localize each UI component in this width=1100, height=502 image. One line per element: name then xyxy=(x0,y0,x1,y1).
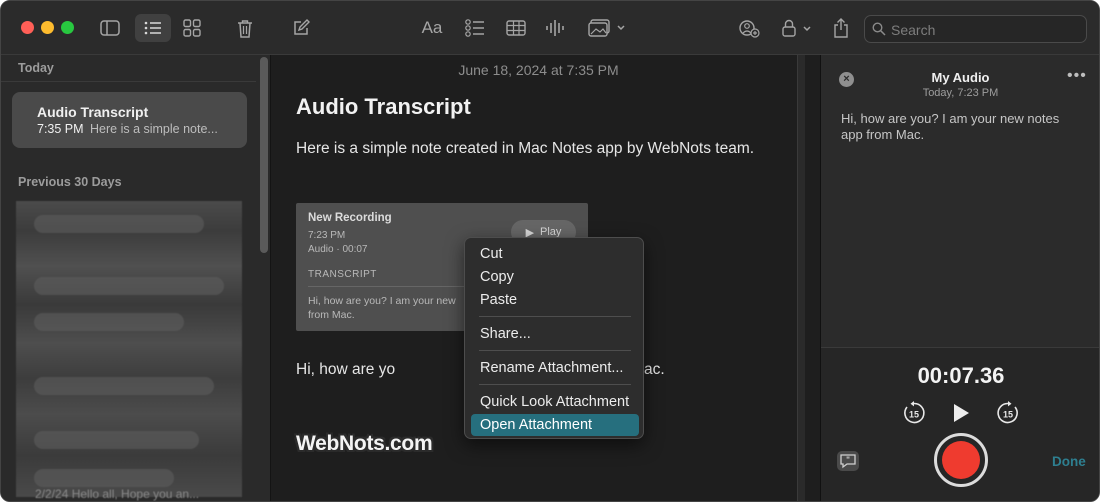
context-menu: Cut Copy Paste Share... Rename Attachmen… xyxy=(464,237,644,439)
list-view-icon[interactable] xyxy=(143,15,163,41)
transcript-line-1: Hi, how are you? I am your new xyxy=(308,295,456,307)
menu-item-share[interactable]: Share... xyxy=(471,323,639,345)
audio-waveform-icon[interactable] xyxy=(544,15,566,41)
attachment-name: New Recording xyxy=(308,212,392,224)
audio-panel-subtitle: Today, 7:23 PM xyxy=(922,87,999,99)
note-item-title: Audio Transcript xyxy=(37,104,149,120)
zoom-window-button[interactable] xyxy=(61,21,74,34)
play-icon xyxy=(954,404,969,422)
attachment-meta: Audio · 00:07 xyxy=(308,244,368,255)
note-paragraph-2[interactable]: Hi, how are yo xyxy=(296,361,395,379)
note-date: June 18, 2024 at 7:35 PM xyxy=(458,62,619,78)
share-icon[interactable] xyxy=(831,15,851,41)
watermark-logo: WebNots.com xyxy=(296,432,433,455)
attachment-time: 7:23 PM xyxy=(308,230,346,241)
collaborate-icon[interactable] xyxy=(737,15,761,41)
note-paragraph[interactable]: Here is a simple note created in Mac Not… xyxy=(296,140,754,158)
playback-timer: 00:07.36 xyxy=(917,363,1005,388)
section-header-previous: Previous 30 Days xyxy=(18,175,122,189)
editor-scroll-track xyxy=(797,55,805,501)
menu-item-cut[interactable]: Cut xyxy=(471,243,639,265)
sidebar-toggle-icon[interactable] xyxy=(99,15,121,41)
note-item-time: 7:35 PM xyxy=(37,122,84,136)
compose-icon[interactable] xyxy=(291,15,311,41)
section-divider xyxy=(1,81,256,82)
more-options-icon[interactable]: ••• xyxy=(1067,67,1087,85)
transcript-label: TRANSCRIPT xyxy=(308,269,377,280)
skip-back-15-button[interactable]: 15 xyxy=(901,400,927,426)
note-paragraph-2-end[interactable]: ac. xyxy=(644,361,665,379)
notes-list-sidebar: Today Audio Transcript 7:35 PM Here is a… xyxy=(1,55,271,501)
lock-icon[interactable] xyxy=(780,15,814,41)
menu-item-paste[interactable]: Paste xyxy=(471,289,639,311)
skip-forward-15-button[interactable]: 15 xyxy=(995,400,1021,426)
table-icon[interactable] xyxy=(505,15,527,41)
search-icon xyxy=(872,21,886,37)
skip-forward-seconds: 15 xyxy=(1003,410,1013,420)
note-list-item-selected[interactable]: Audio Transcript 7:35 PM Here is a simpl… xyxy=(12,92,247,148)
checklist-icon[interactable] xyxy=(464,15,486,41)
note-item-preview: Here is a simple note... xyxy=(90,122,218,136)
skip-back-icon: 15 xyxy=(904,401,925,424)
gallery-view-icon[interactable] xyxy=(182,15,202,41)
transcript-bubble-icon: " xyxy=(840,454,856,469)
record-icon xyxy=(942,441,980,479)
toolbar: Aa Search xyxy=(1,1,1099,55)
record-button[interactable] xyxy=(934,433,988,487)
text-format-icon[interactable]: Aa xyxy=(420,15,444,41)
menu-separator xyxy=(479,350,631,351)
minimize-window-button[interactable] xyxy=(41,21,54,34)
done-button[interactable]: Done xyxy=(1052,454,1086,469)
audio-transcript-text: Hi, how are you? I am your new notes app… xyxy=(841,111,1060,142)
playback-controls: 00:07.36 15 15 " Done xyxy=(821,347,1099,501)
search-field[interactable]: Search xyxy=(864,15,1087,43)
transcript-toggle-button[interactable]: " xyxy=(837,451,859,471)
menu-item-copy[interactable]: Copy xyxy=(471,266,639,288)
menu-item-rename-attachment[interactable]: Rename Attachment... xyxy=(471,357,639,379)
notes-window: Aa Search Today Audio Transcript 7:35 PM… xyxy=(0,0,1100,502)
blurred-notes-list xyxy=(16,201,242,497)
play-button[interactable] xyxy=(949,400,973,426)
menu-item-quick-look[interactable]: Quick Look Attachment xyxy=(471,391,639,413)
transcript-line-2: from Mac. xyxy=(308,309,355,321)
audio-panel: × My Audio Today, 7:23 PM ••• Hi, how ar… xyxy=(820,55,1099,501)
blurred-note-footer: 2/2/24 Hello all, Hope you an... xyxy=(35,487,200,501)
skip-forward-icon: 15 xyxy=(997,401,1018,424)
skip-back-seconds: 15 xyxy=(909,410,919,420)
note-title[interactable]: Audio Transcript xyxy=(296,94,471,120)
audio-panel-title: My Audio xyxy=(931,70,990,85)
search-placeholder: Search xyxy=(891,22,936,38)
menu-separator xyxy=(479,316,631,317)
trash-icon[interactable] xyxy=(235,15,255,41)
media-icon[interactable] xyxy=(587,15,627,41)
svg-text:": " xyxy=(846,456,850,465)
close-window-button[interactable] xyxy=(21,21,34,34)
section-header-today: Today xyxy=(18,61,54,75)
sidebar-scrollbar[interactable] xyxy=(260,57,268,253)
menu-separator xyxy=(479,384,631,385)
menu-item-open-attachment[interactable]: Open Attachment xyxy=(471,414,639,436)
